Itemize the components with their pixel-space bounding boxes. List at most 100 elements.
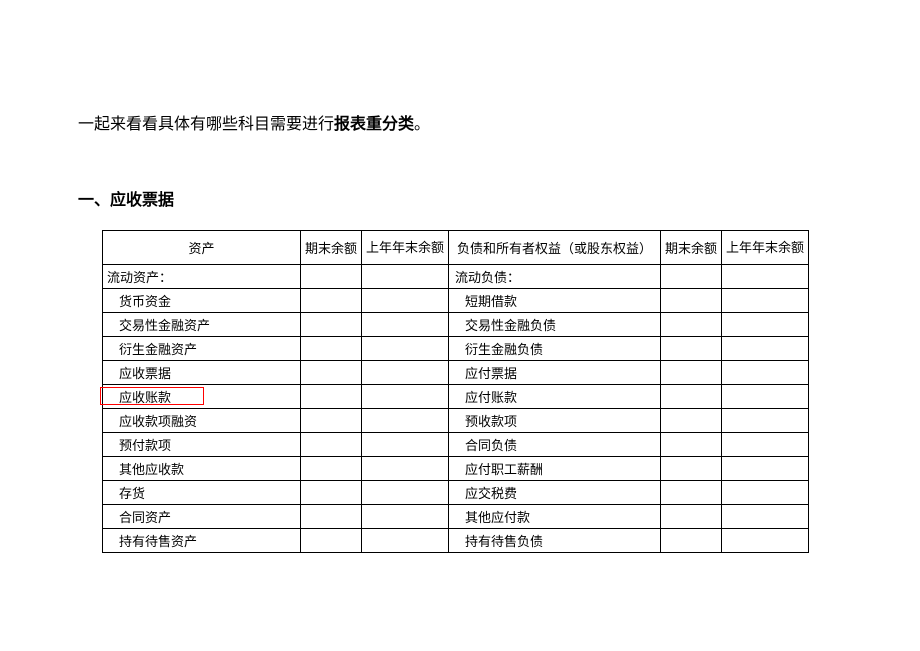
table-row: 持有待售资产 持有待售负债 (103, 529, 809, 553)
liab-end-balance (661, 289, 722, 313)
asset-end-balance (301, 361, 362, 385)
asset-cell: 持有待售资产 (103, 529, 301, 553)
asset-last-year-balance (362, 385, 449, 409)
liab-end-balance (661, 409, 722, 433)
liab-last-year-balance (722, 361, 809, 385)
table-row: 应收款项融资 预收款项 (103, 409, 809, 433)
table-row: 流动资产： 流动负债： (103, 265, 809, 289)
asset-last-year-balance (362, 505, 449, 529)
header-end-bal: 期末余额 (301, 231, 362, 265)
liability-cell: 衍生金融负债 (449, 337, 661, 361)
liab-end-balance (661, 433, 722, 457)
liab-end-balance (661, 505, 722, 529)
asset-last-year-balance (362, 361, 449, 385)
asset-end-balance (301, 385, 362, 409)
liability-cell: 流动负债： (449, 265, 661, 289)
liab-last-year-balance (722, 385, 809, 409)
asset-end-balance (301, 409, 362, 433)
header-asset: 资产 (103, 231, 301, 265)
header-row: 资产 期末余额 上年年末余额 负债和所有者权益（或股东权益） 期末余额 上年年末… (103, 231, 809, 265)
asset-end-balance (301, 337, 362, 361)
asset-last-year-balance (362, 433, 449, 457)
liab-last-year-balance (722, 313, 809, 337)
liab-end-balance (661, 337, 722, 361)
asset-cell: 预付款项 (103, 433, 301, 457)
liab-last-year-balance (722, 481, 809, 505)
asset-cell: 货币资金 (103, 289, 301, 313)
balance-sheet-table: 资产 期末余额 上年年末余额 负债和所有者权益（或股东权益） 期末余额 上年年末… (102, 230, 809, 553)
intro-bold: 报表重分类 (334, 116, 414, 133)
intro-text-2: 。 (414, 116, 430, 133)
liab-end-balance (661, 265, 722, 289)
asset-end-balance (301, 313, 362, 337)
table-row: 衍生金融资产 衍生金融负债 (103, 337, 809, 361)
table-row: 应收票据 应付票据 (103, 361, 809, 385)
table-row: 货币资金 短期借款 (103, 289, 809, 313)
document-body: 一起来看看具体有哪些科目需要进行报表重分类。 一、应收票据 资产 期末余额 上年… (0, 0, 920, 553)
header-last-year2: 上年年末余额 (722, 231, 809, 265)
asset-end-balance (301, 505, 362, 529)
asset-cell: 流动资产： (103, 265, 301, 289)
header-last-year: 上年年末余额 (362, 231, 449, 265)
table-row: 应收账款 应付账款 (103, 385, 809, 409)
liab-end-balance (661, 385, 722, 409)
asset-cell: 应收账款 (103, 385, 301, 409)
liability-cell: 短期借款 (449, 289, 661, 313)
liability-cell: 持有待售负债 (449, 529, 661, 553)
liability-cell: 应交税费 (449, 481, 661, 505)
liab-last-year-balance (722, 505, 809, 529)
table-row: 存货 应交税费 (103, 481, 809, 505)
asset-end-balance (301, 529, 362, 553)
liab-end-balance (661, 361, 722, 385)
table-container: 资产 期末余额 上年年末余额 负债和所有者权益（或股东权益） 期末余额 上年年末… (78, 230, 844, 553)
asset-cell: 交易性金融资产 (103, 313, 301, 337)
liab-last-year-balance (722, 337, 809, 361)
asset-cell: 应收款项融资 (103, 409, 301, 433)
liab-last-year-balance (722, 265, 809, 289)
asset-last-year-balance (362, 457, 449, 481)
header-liab: 负债和所有者权益（或股东权益） (449, 231, 661, 265)
asset-cell: 存货 (103, 481, 301, 505)
intro-text-1: 一起来看看具体有哪些科目需要进行 (78, 116, 334, 133)
section-title: 一、应收票据 (78, 186, 844, 210)
asset-cell: 衍生金融资产 (103, 337, 301, 361)
table-row: 合同资产 其他应付款 (103, 505, 809, 529)
asset-last-year-balance (362, 481, 449, 505)
intro-paragraph: 一起来看看具体有哪些科目需要进行报表重分类。 (78, 110, 844, 134)
asset-end-balance (301, 481, 362, 505)
table-row: 预付款项 合同负债 (103, 433, 809, 457)
liability-cell: 预收款项 (449, 409, 661, 433)
liab-last-year-balance (722, 289, 809, 313)
asset-cell: 合同资产 (103, 505, 301, 529)
asset-last-year-balance (362, 313, 449, 337)
table-row: 其他应收款 应付职工薪酬 (103, 457, 809, 481)
table-row: 交易性金融资产 交易性金融负债 (103, 313, 809, 337)
liability-cell: 合同负债 (449, 433, 661, 457)
asset-last-year-balance (362, 409, 449, 433)
liability-cell: 交易性金融负债 (449, 313, 661, 337)
liab-last-year-balance (722, 457, 809, 481)
asset-end-balance (301, 457, 362, 481)
header-end-bal2: 期末余额 (661, 231, 722, 265)
asset-last-year-balance (362, 265, 449, 289)
liab-last-year-balance (722, 409, 809, 433)
liab-end-balance (661, 313, 722, 337)
table-body: 流动资产：流动负债：货币资金短期借款交易性金融资产交易性金融负债衍生金融资产衍生… (103, 265, 809, 553)
asset-last-year-balance (362, 529, 449, 553)
asset-end-balance (301, 289, 362, 313)
asset-end-balance (301, 433, 362, 457)
liab-end-balance (661, 457, 722, 481)
liability-cell: 应付职工薪酬 (449, 457, 661, 481)
asset-last-year-balance (362, 289, 449, 313)
liab-end-balance (661, 481, 722, 505)
asset-cell: 应收票据 (103, 361, 301, 385)
liab-last-year-balance (722, 433, 809, 457)
asset-cell: 其他应收款 (103, 457, 301, 481)
liability-cell: 应付账款 (449, 385, 661, 409)
liability-cell: 其他应付款 (449, 505, 661, 529)
asset-last-year-balance (362, 337, 449, 361)
liab-end-balance (661, 529, 722, 553)
liability-cell: 应付票据 (449, 361, 661, 385)
liab-last-year-balance (722, 529, 809, 553)
asset-end-balance (301, 265, 362, 289)
